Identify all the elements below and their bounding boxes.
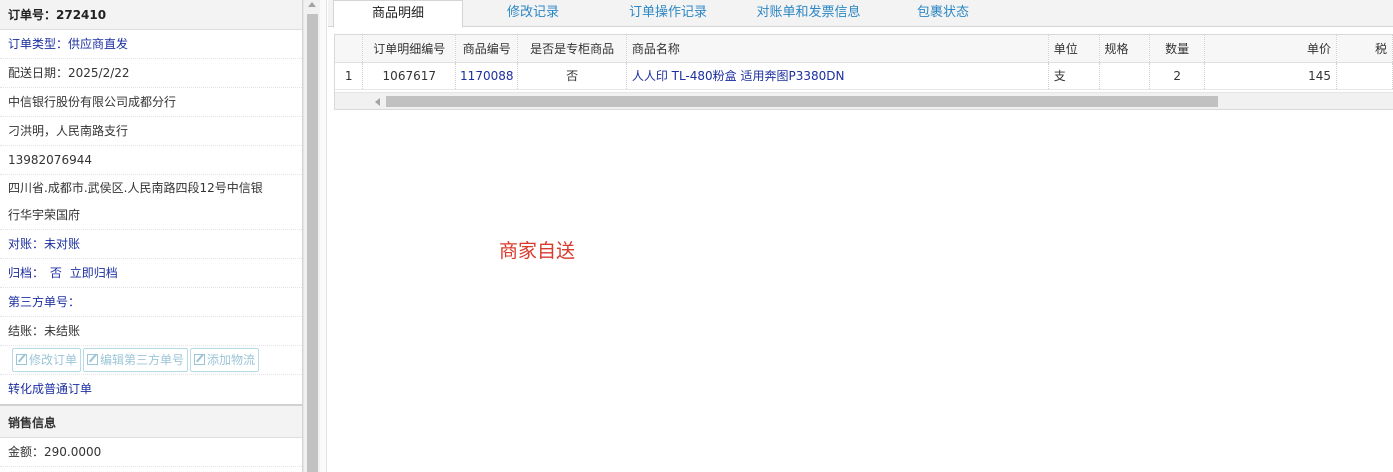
tab-product-details[interactable]: 商品明细 (333, 0, 463, 28)
scroll-up-arrow-icon[interactable] (308, 2, 316, 7)
column-header-quantity[interactable]: 数量 (1149, 35, 1206, 63)
convert-normal-order-link[interactable]: 转化成普通订单 (0, 375, 302, 404)
archive-now-link[interactable]: 立即归档 (70, 266, 118, 280)
edit-order-label: 修改订单 (29, 353, 78, 367)
cell-tax (1336, 62, 1393, 90)
archive-value: 否 (49, 266, 62, 280)
detail-area: 商品明细 修改记录 订单操作记录 对账单和发票信息 包裹状态 订单明细编号 商品… (328, 0, 1393, 472)
sales-info-header: 销售信息 (0, 404, 302, 438)
column-header-counter-product[interactable]: 是否是专柜商品 (517, 35, 627, 63)
tab-package-status[interactable]: 包裹状态 (898, 0, 988, 28)
contact-name: 刁洪明，人民南路支行 (0, 117, 302, 146)
column-header-detail-id[interactable]: 订单明细编号 (362, 35, 457, 63)
splitter[interactable] (320, 0, 327, 472)
reconcile-status: 对账：未对账 (0, 230, 302, 259)
table-row[interactable]: 1 1067617 1170088 否 人人印 TL-480粉盒 适用奔图P33… (335, 62, 1393, 90)
column-header-spec[interactable]: 规格 (1099, 35, 1151, 63)
tab-edit-history[interactable]: 修改记录 (488, 0, 578, 28)
edit-order-button[interactable]: 修改订单 (12, 348, 82, 372)
add-logistics-label: 添加物流 (207, 353, 256, 367)
tab-order-operation-log[interactable]: 订单操作记录 (618, 0, 718, 28)
order-action-buttons: 修改订单 编辑第三方单号 添加物流 (0, 346, 302, 375)
cell-counter-product: 否 (517, 62, 627, 90)
column-header-unit[interactable]: 单位 (1048, 35, 1100, 63)
table-header-row: 订单明细编号 商品编号 是否是专柜商品 商品名称 单位 规格 数量 单价 税 (335, 35, 1393, 63)
add-logistics-button[interactable]: 添加物流 (190, 348, 260, 372)
column-header-index (335, 35, 364, 63)
order-number-header: 订单号：272410 (0, 0, 302, 30)
scroll-left-arrow-icon[interactable] (375, 98, 380, 106)
cell-unit: 支 (1048, 62, 1100, 90)
company-name: 中信银行股份有限公司成都分行 (0, 88, 302, 117)
cell-spec (1099, 62, 1151, 90)
left-panel-scrollbar[interactable] (303, 0, 320, 472)
scrollbar-thumb[interactable] (307, 14, 318, 472)
address-line-1: 四川省.成都市.武侯区.人民南路四段12号中信银 (8, 181, 263, 195)
sales-amount: 金额：290.0000 (0, 438, 302, 467)
cell-index: 1 (335, 62, 364, 90)
column-header-product-name[interactable]: 商品名称 (626, 35, 1049, 63)
column-header-tax[interactable]: 税 (1336, 35, 1393, 63)
delivery-date: 配送日期：2025/2/22 (0, 59, 302, 88)
edit-icon (16, 354, 27, 365)
third-party-number: 第三方单号： (0, 288, 302, 317)
cell-detail-id: 1067617 (362, 62, 457, 90)
column-header-unit-price[interactable]: 单价 (1204, 35, 1338, 63)
edit-icon (87, 354, 99, 365)
product-table: 订单明细编号 商品编号 是否是专柜商品 商品名称 单位 规格 数量 单价 税 1… (335, 35, 1393, 90)
column-header-product-id[interactable]: 商品编号 (455, 35, 519, 63)
horizontal-scrollbar-thumb[interactable] (386, 96, 1218, 107)
cell-product-name[interactable]: 人人印 TL-480粉盒 适用奔图P3380DN (626, 62, 1049, 90)
contact-phone: 13982076944 (0, 146, 302, 175)
edit-icon (194, 354, 206, 365)
order-type: 订单类型：供应商直发 (0, 30, 302, 59)
product-grid: 订单明细编号 商品编号 是否是专柜商品 商品名称 单位 规格 数量 单价 税 1… (334, 34, 1393, 110)
archive-label: 归档： (8, 266, 45, 280)
address-line-2: 行华宇荣国府 (0, 201, 302, 230)
tab-statement-invoice[interactable]: 对账单和发票信息 (746, 0, 871, 28)
edit-third-party-label: 编辑第三方单号 (100, 353, 185, 367)
settle-status: 结账：未结账 (0, 317, 302, 346)
cell-product-id[interactable]: 1170088 (455, 62, 519, 90)
edit-third-party-button[interactable]: 编辑第三方单号 (83, 348, 189, 372)
archive-status: 归档： 否 立即归档 (0, 259, 302, 288)
order-info-panel: 订单号：272410 订单类型：供应商直发 配送日期：2025/2/22 中信银… (0, 0, 303, 472)
grid-horizontal-scrollbar[interactable] (335, 92, 1393, 109)
cell-quantity: 2 (1149, 62, 1206, 90)
tab-bar: 商品明细 修改记录 订单操作记录 对账单和发票信息 包裹状态 (328, 0, 1393, 28)
cell-unit-price: 145 (1204, 62, 1338, 90)
delivery-notice: 商家自送 (499, 240, 576, 262)
